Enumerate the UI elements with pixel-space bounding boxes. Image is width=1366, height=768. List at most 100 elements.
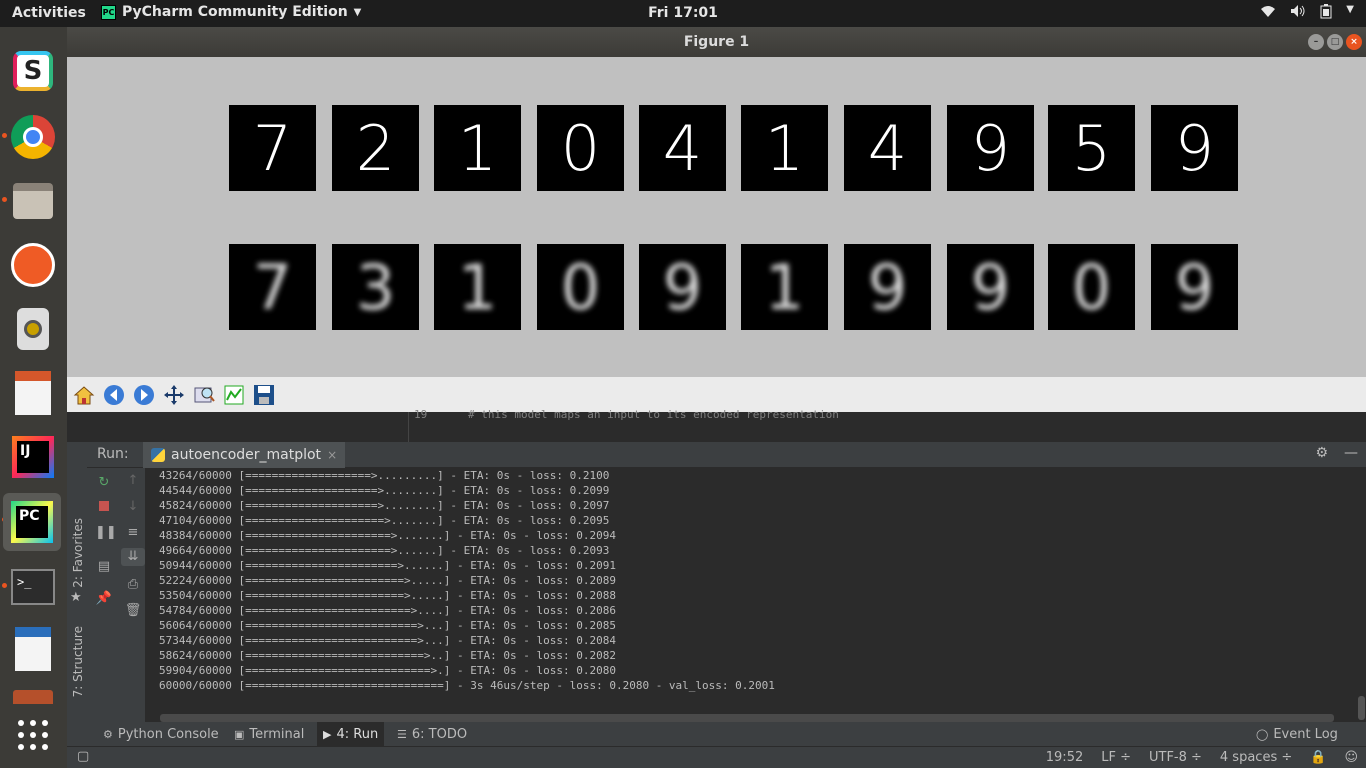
writer-icon[interactable] — [9, 625, 57, 673]
python-console-icon: ⚙ — [103, 727, 113, 741]
trash-icon[interactable]: 🗑 — [124, 602, 142, 620]
gear-icon[interactable]: ⚙ — [1315, 445, 1328, 461]
reconstructed-digit-image: 9 — [947, 244, 1034, 330]
toggle-tool-windows-icon[interactable]: ▢ — [77, 749, 89, 764]
run-console-output[interactable]: 43264/60000 [===================>.......… — [145, 468, 1366, 718]
chrome-icon[interactable] — [9, 113, 57, 161]
tab-run[interactable]: ▶ 4: Run — [317, 722, 385, 746]
scroll-to-end-icon[interactable]: ⇊ — [121, 548, 145, 566]
print-icon[interactable]: ⎙ — [124, 576, 142, 594]
console-line: 53504/60000 [========================>..… — [159, 589, 616, 602]
console-line: 48384/60000 [======================>....… — [159, 529, 616, 542]
wifi-icon[interactable] — [1260, 4, 1276, 23]
digit-glyph: 2 — [355, 111, 396, 185]
intellij-icon[interactable]: IJ — [9, 433, 57, 481]
digit-glyph: 9 — [970, 250, 1011, 324]
stop-icon[interactable] — [95, 499, 113, 517]
postman-icon[interactable] — [9, 241, 57, 289]
favorites-tab[interactable]: 2: Favorites — [71, 518, 85, 588]
figure-titlebar[interactable]: Figure 1 – □ × — [67, 27, 1366, 57]
original-digit-image: 4 — [639, 105, 726, 191]
activities-button[interactable]: Activities — [12, 5, 86, 21]
close-icon[interactable]: × — [327, 448, 337, 462]
pycharm-icon[interactable]: PC — [3, 493, 61, 551]
digit-glyph: 1 — [764, 250, 805, 324]
tab-todo[interactable]: ☰ 6: TODO — [391, 722, 473, 746]
tab-terminal[interactable]: ▣ Terminal — [228, 722, 310, 746]
maximize-button[interactable]: □ — [1327, 34, 1343, 50]
python-icon — [151, 448, 165, 462]
digit-glyph: 0 — [560, 111, 601, 185]
terminal-small-icon: ▣ — [234, 727, 245, 741]
files-icon[interactable] — [9, 177, 57, 225]
structure-tab[interactable]: 7: Structure — [71, 626, 85, 697]
pin-icon[interactable]: 📌 — [95, 590, 113, 608]
editor-peek[interactable]: 19 # this model maps an input to its enc… — [67, 408, 1366, 442]
original-digit-image: 1 — [434, 105, 521, 191]
files2-icon[interactable] — [9, 687, 57, 707]
reconstructed-digit-image: 7 — [229, 244, 316, 330]
digit-glyph: 7 — [252, 111, 293, 185]
star-icon: ★ — [70, 590, 82, 605]
scroll-up-icon[interactable]: ↑ — [124, 472, 142, 490]
horizontal-scrollbar[interactable] — [160, 714, 1334, 722]
pan-icon[interactable] — [160, 381, 188, 409]
line-number: 19 — [414, 408, 428, 421]
subplots-icon[interactable] — [220, 381, 248, 409]
battery-icon[interactable] — [1320, 4, 1332, 23]
top-panel: Activities PC PyCharm Community Edition … — [0, 0, 1366, 27]
line-separator[interactable]: LF ÷ — [1101, 750, 1131, 765]
digit-glyph: 4 — [662, 111, 703, 185]
forward-icon[interactable] — [130, 381, 158, 409]
scroll-down-icon[interactable]: ↓ — [124, 498, 142, 516]
digit-glyph: 1 — [457, 250, 498, 324]
pause-icon[interactable]: ❚❚ — [95, 524, 117, 542]
zoom-icon[interactable] — [190, 381, 218, 409]
vertical-scrollbar[interactable] — [1358, 696, 1365, 720]
digit-glyph: 9 — [1174, 250, 1215, 324]
soft-wrap-icon[interactable]: ≡ — [124, 524, 142, 542]
tab-python-console[interactable]: ⚙ Python Console — [97, 722, 225, 746]
run-tab-label: autoencoder_matplot — [171, 447, 322, 463]
speech-bubble-icon: ◯ — [1256, 727, 1269, 741]
original-digit-image: 5 — [1048, 105, 1135, 191]
reconstructed-digit-image: 1 — [741, 244, 828, 330]
original-digit-image: 9 — [1151, 105, 1238, 191]
system-tray[interactable]: ▼ — [1260, 4, 1354, 23]
volume-icon[interactable] — [1290, 4, 1306, 23]
file-encoding[interactable]: UTF-8 ÷ — [1149, 750, 1202, 765]
event-log-button[interactable]: ◯ Event Log — [1250, 722, 1344, 746]
lock-icon[interactable]: 🔒 — [1310, 750, 1326, 765]
console-line: 59904/60000 [===========================… — [159, 664, 616, 677]
reconstructed-digit-image: 0 — [537, 244, 624, 330]
code-line[interactable]: # this model maps an input to its encode… — [468, 408, 839, 421]
impress-icon[interactable] — [9, 369, 57, 417]
indent-setting[interactable]: 4 spaces ÷ — [1220, 750, 1292, 765]
console-line: 45824/60000 [====================>......… — [159, 499, 610, 512]
reconstructed-digit-image: 9 — [639, 244, 726, 330]
layout-icon[interactable]: ▤ — [95, 558, 113, 576]
terminal-icon[interactable]: >_ — [9, 563, 57, 611]
console-line: 52224/60000 [========================>..… — [159, 574, 616, 587]
speaker-icon[interactable] — [9, 305, 57, 353]
play-icon: ▶ — [323, 727, 332, 741]
slack-icon[interactable]: S — [9, 47, 57, 95]
home-icon[interactable] — [70, 381, 98, 409]
hector-icon[interactable]: ☺ — [1344, 750, 1358, 765]
minimize-panel-icon[interactable]: — — [1344, 445, 1358, 461]
rerun-icon[interactable]: ↻ — [95, 474, 113, 492]
back-icon[interactable] — [100, 381, 128, 409]
console-line: 56064/60000 [==========================>… — [159, 619, 616, 632]
run-tab-autoencoder[interactable]: autoencoder_matplot × — [143, 442, 346, 468]
left-tool-strip: 2: Favorites ★ 7: Structure — [67, 442, 87, 742]
app-menu[interactable]: PC PyCharm Community Edition ▼ — [101, 4, 361, 20]
close-button[interactable]: × — [1346, 34, 1362, 50]
caret-position[interactable]: 19:52 — [1046, 750, 1083, 765]
original-digit-image: 2 — [332, 105, 419, 191]
save-icon[interactable] — [250, 381, 278, 409]
original-digit-image: 9 — [947, 105, 1034, 191]
minimize-button[interactable]: – — [1308, 34, 1324, 50]
app-grid-icon[interactable] — [9, 711, 57, 759]
pycharm-icon: PC — [101, 4, 116, 20]
chevron-down-icon[interactable]: ▼ — [1346, 4, 1354, 23]
